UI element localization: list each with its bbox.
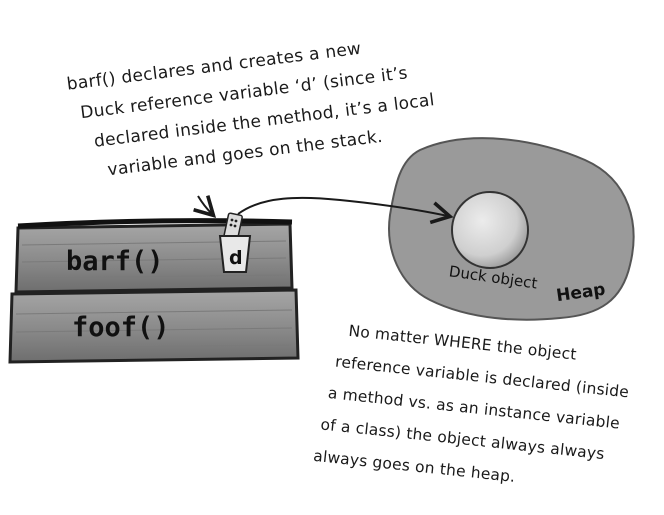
bottom-annotation: No matter WHERE the object reference var…	[312, 322, 630, 486]
variable-label-d: d	[229, 247, 243, 269]
stack-frame-label-barf: barf()	[66, 246, 164, 277]
top-annotation: barf() declares and creates a new Duck r…	[66, 39, 436, 181]
stack-heap-diagram: barf() declares and creates a new Duck r…	[8, 39, 635, 486]
bottom-annotation-line-5: always goes on the heap.	[312, 447, 516, 486]
stack-frame-label-foof: foof()	[72, 312, 170, 343]
stack: barf() foof()	[8, 218, 300, 364]
annotation-pointer-arrow	[193, 195, 217, 219]
stack-frame-foof: foof()	[8, 288, 300, 364]
stack-frame-barf: barf()	[14, 218, 294, 294]
duck-object	[451, 191, 529, 269]
